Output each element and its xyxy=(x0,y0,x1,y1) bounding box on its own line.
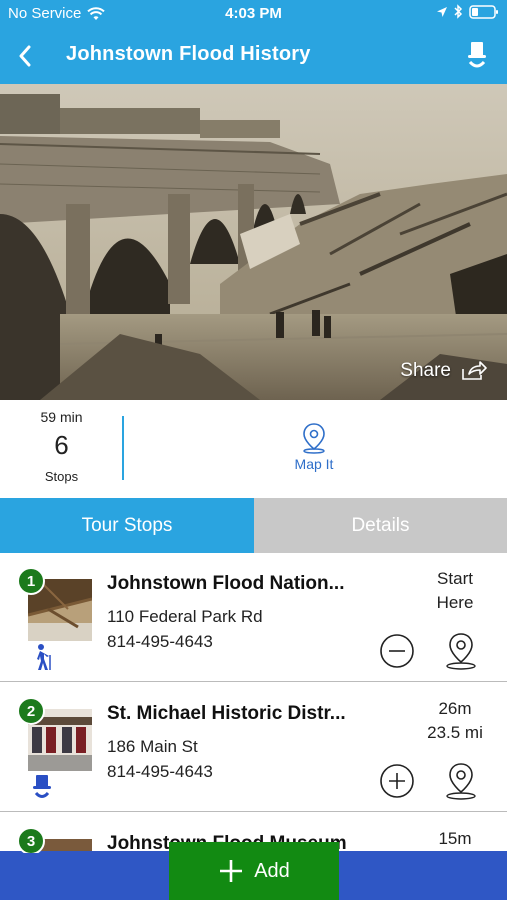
remove-circle-icon[interactable] xyxy=(379,633,415,669)
tour-duration: 59 min xyxy=(40,409,83,425)
walking-person-icon xyxy=(37,644,51,670)
stop-time-line1: 15m xyxy=(438,829,472,848)
share-label: Share xyxy=(400,360,451,381)
tour-hero-image: Share xyxy=(0,84,507,400)
bluetooth-icon xyxy=(454,4,463,19)
tab-tour-stops[interactable]: Tour Stops xyxy=(0,498,254,553)
app-header: No Service 4:03 PM Johnstown Flood Histo… xyxy=(0,0,507,84)
nav-bar: Johnstown Flood History xyxy=(0,28,507,84)
page-title: Johnstown Flood History xyxy=(66,43,311,65)
top-hat-icon xyxy=(468,42,486,68)
map-pin-icon xyxy=(303,423,325,454)
add-button[interactable]: Add xyxy=(169,842,339,900)
stop-number-badge: 2 xyxy=(17,697,45,725)
stop-phone[interactable]: 814-495-4643 xyxy=(107,762,213,782)
share-icon xyxy=(462,361,487,380)
stop-name: Johnstown Flood Nation... xyxy=(107,573,345,594)
status-right xyxy=(436,4,499,19)
stop-time-line2: Here xyxy=(436,593,474,612)
summary-divider xyxy=(122,416,124,480)
stop-address: 110 Federal Park Rd xyxy=(107,607,263,626)
map-pin-icon[interactable] xyxy=(443,761,479,801)
chevron-left-icon xyxy=(19,45,31,67)
stop-number-badge: 1 xyxy=(17,567,45,595)
stop-row-1[interactable]: 1 Johnstown Flood Nation... 110 Federal … xyxy=(0,553,507,682)
tab-details[interactable]: Details xyxy=(254,498,507,553)
top-hat-icon xyxy=(33,775,51,798)
stop-phone[interactable]: 814-495-4643 xyxy=(107,632,213,652)
map-pin-icon[interactable] xyxy=(443,631,479,671)
tab-bar: Tour Stops Details xyxy=(0,498,507,553)
flood-bridge-photo xyxy=(0,84,507,400)
stop-row-2[interactable]: 2 St. Michael Historic Distr... 186 Main… xyxy=(0,683,507,812)
stops-label: Stops xyxy=(44,469,79,484)
map-it-label: Map It xyxy=(294,456,334,472)
stop-number-badge: 3 xyxy=(17,827,45,853)
stop-time-line1: Start xyxy=(437,569,473,588)
stop-time: 15m xyxy=(405,827,505,851)
add-label: Add xyxy=(254,859,290,882)
stop-time-line2: 23.5 mi xyxy=(427,723,483,742)
location-arrow-icon xyxy=(437,6,447,17)
back-button[interactable] xyxy=(10,40,40,72)
stop-count: 6 xyxy=(54,430,69,460)
tour-summary: 59 min 6 Stops Map It xyxy=(0,400,507,498)
stop-time: 26m 23.5 mi xyxy=(405,697,505,745)
battery-icon xyxy=(469,4,498,19)
stop-address: 186 Main St xyxy=(107,737,198,756)
stop-time: Start Here xyxy=(405,567,505,615)
guide-button[interactable] xyxy=(463,40,491,72)
map-it-button[interactable]: Map It xyxy=(264,422,364,472)
status-bar: No Service 4:03 PM xyxy=(0,0,507,28)
add-circle-icon[interactable] xyxy=(379,763,415,799)
stop-time-line1: 26m xyxy=(438,699,472,718)
status-time: 4:03 PM xyxy=(225,5,282,22)
plus-icon xyxy=(220,860,243,882)
stop-name: St. Michael Historic Distr... xyxy=(107,703,346,724)
share-button[interactable]: Share xyxy=(400,360,487,382)
